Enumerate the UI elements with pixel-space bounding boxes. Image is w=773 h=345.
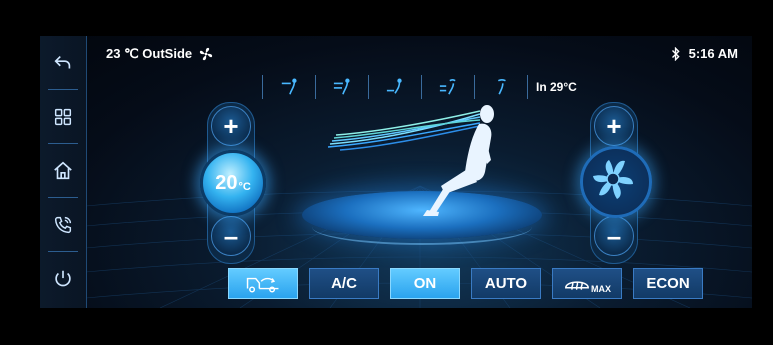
temp-up-button[interactable]: + xyxy=(211,106,251,146)
airflow-feet-button[interactable] xyxy=(368,75,421,99)
temperature-unit: °C xyxy=(238,181,251,193)
airflow-defrost-icon xyxy=(497,78,506,95)
airflow-feet-defrost-icon xyxy=(439,78,456,95)
airflow-face-button[interactable] xyxy=(262,75,315,99)
clock: 5:16 AM xyxy=(688,46,738,61)
fan-up-button[interactable]: + xyxy=(594,106,634,146)
outside-temp-label: 23 ℃ OutSide xyxy=(106,46,193,61)
airflow-feet-icon xyxy=(386,78,402,94)
passenger-figure-icon xyxy=(423,105,494,216)
apps-button[interactable] xyxy=(40,90,86,144)
back-button[interactable] xyxy=(40,36,86,90)
max-defrost-button[interactable]: MAX xyxy=(552,268,622,299)
airflow-face-body-button[interactable] xyxy=(315,75,368,99)
recirculation-icon xyxy=(246,277,279,292)
temperature-value: 20 xyxy=(215,171,238,194)
recirculation-button[interactable] xyxy=(228,268,298,299)
phone-icon xyxy=(54,216,72,234)
airflow-feet-defrost-button[interactable] xyxy=(421,75,474,99)
ac-button[interactable]: A/C xyxy=(309,268,379,299)
power-icon xyxy=(55,270,71,287)
airflow-face-icon xyxy=(281,78,297,95)
fan-blade-icon xyxy=(593,160,633,199)
fan-icon xyxy=(199,47,213,61)
outside-temp-status: 23 ℃ OutSide xyxy=(106,46,214,62)
fan-speed-dial[interactable] xyxy=(580,146,652,218)
bluetooth-icon xyxy=(671,46,680,61)
airflow-defrost-button[interactable] xyxy=(474,75,527,99)
back-icon xyxy=(54,55,71,69)
home-button[interactable] xyxy=(40,144,86,198)
on-button[interactable]: ON xyxy=(390,268,460,299)
windshield-defrost-icon xyxy=(565,280,589,290)
airflow-face-body-icon xyxy=(333,78,350,95)
function-bar: A/C ON AUTO MAX ECON xyxy=(228,268,703,299)
power-button[interactable] xyxy=(40,252,86,306)
home-icon xyxy=(54,161,72,180)
temperature-dial[interactable]: 20 °C xyxy=(200,150,266,216)
status-right: 5:16 AM xyxy=(671,46,738,61)
climate-screen: 23 ℃ OutSide 5:16 AM In 29°C + – 20 °C +… xyxy=(40,36,752,308)
econ-button[interactable]: ECON xyxy=(633,268,703,299)
sidebar xyxy=(40,36,87,308)
fan-down-button[interactable]: – xyxy=(594,216,634,256)
inside-temp-label: In 29°C xyxy=(527,75,577,99)
temp-down-button[interactable]: – xyxy=(211,216,251,256)
apps-grid-icon xyxy=(54,108,72,126)
max-defrost-label: MAX xyxy=(591,283,611,294)
airflow-mode-bar: In 29°C xyxy=(262,74,577,100)
phone-button[interactable] xyxy=(40,198,86,252)
auto-button[interactable]: AUTO xyxy=(471,268,541,299)
